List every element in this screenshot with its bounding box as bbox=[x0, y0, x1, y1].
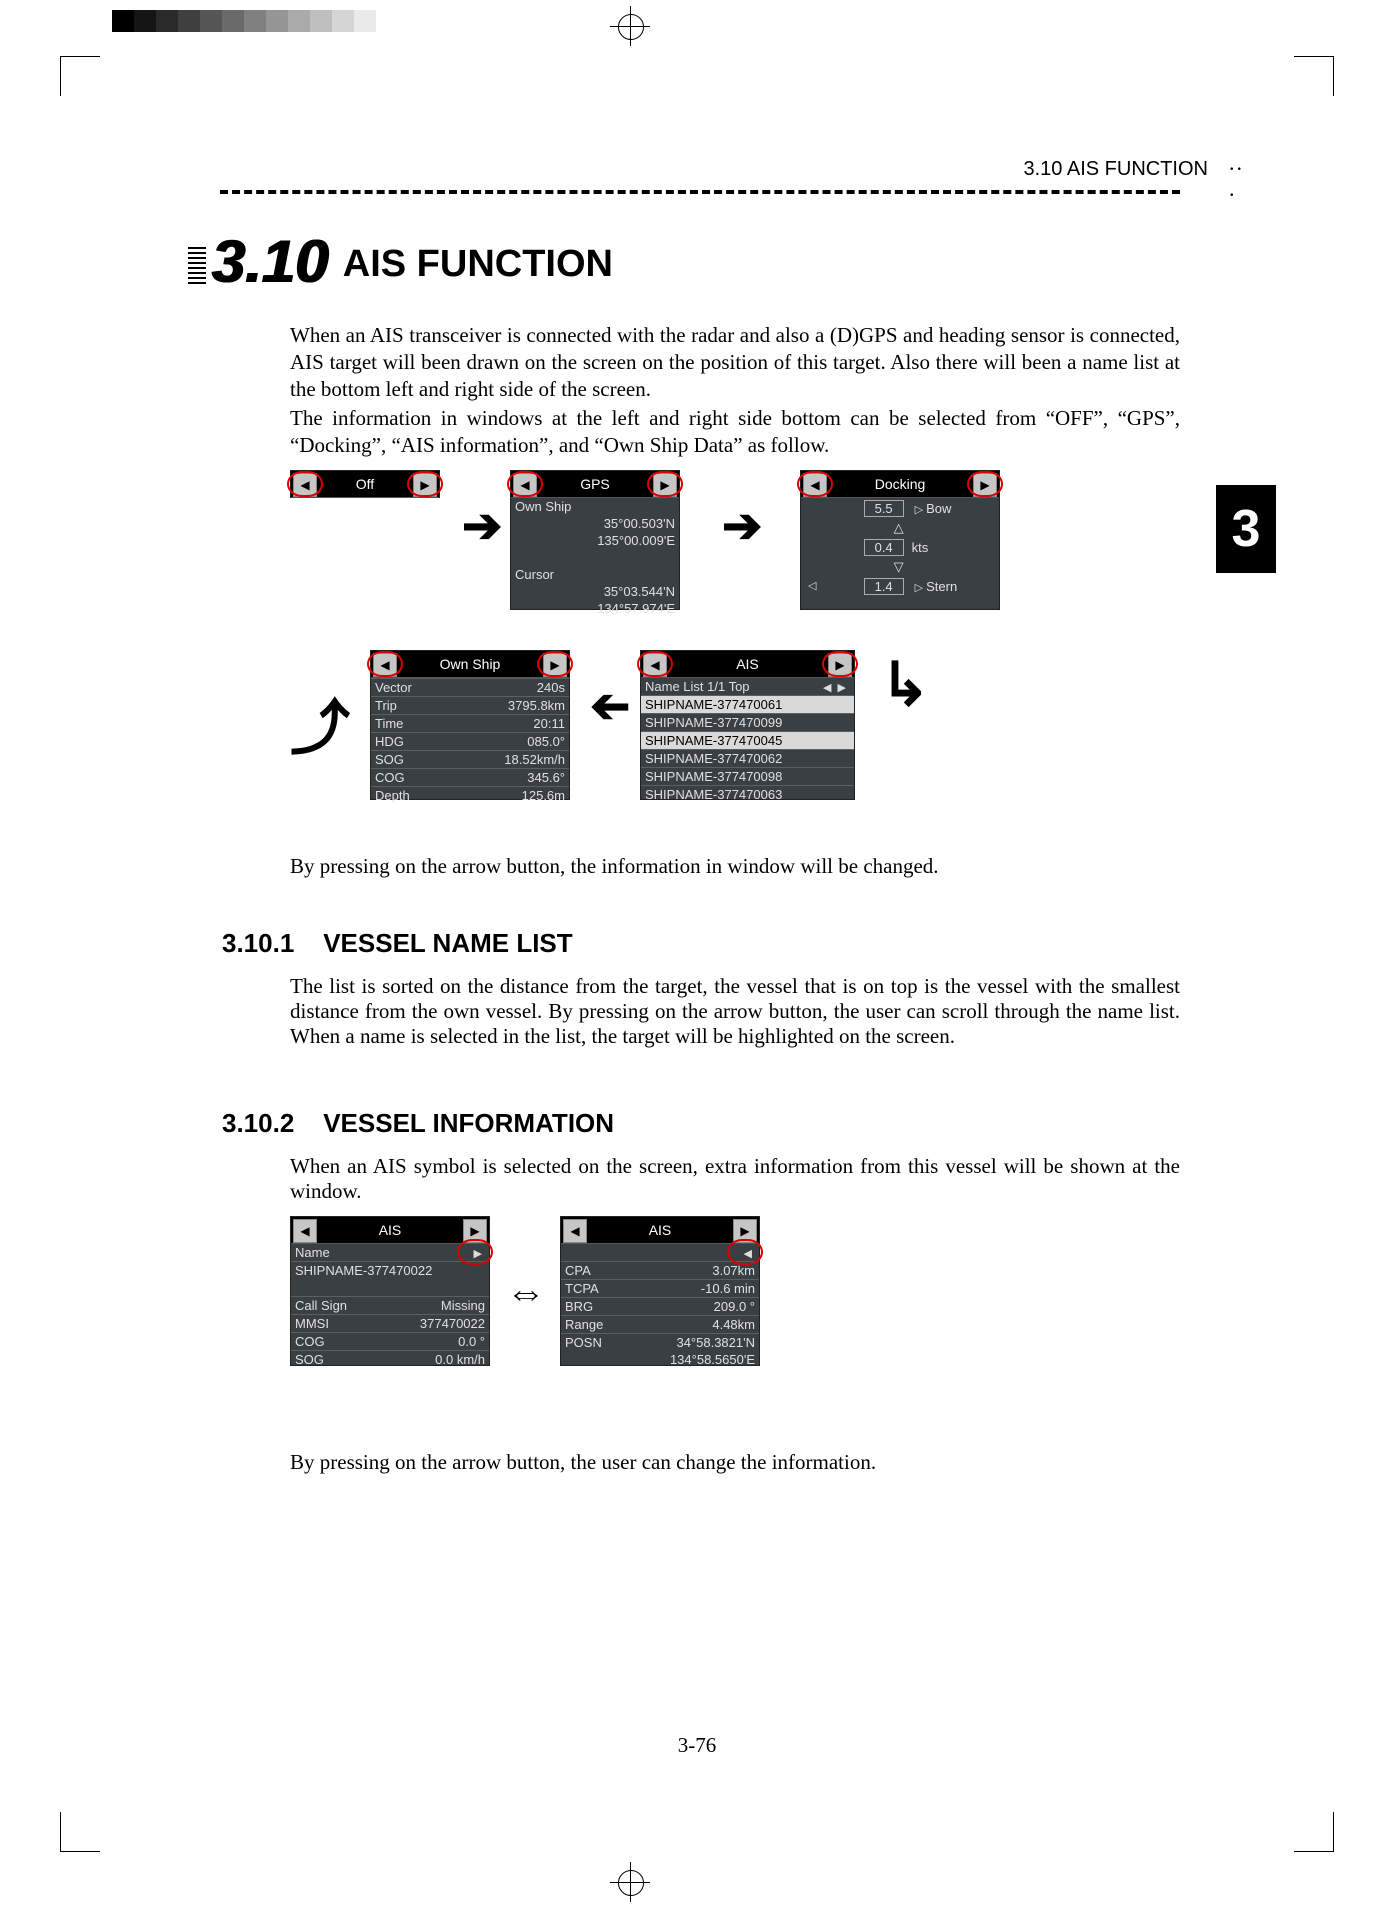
subsection-number: 3.10.1 bbox=[222, 928, 294, 958]
arrow-right-icon[interactable]: ▶ bbox=[828, 653, 852, 677]
docking-stern-label: Stern bbox=[926, 579, 957, 594]
gps-cursor-label: Cursor bbox=[511, 566, 679, 583]
panel-label: Docking bbox=[875, 476, 926, 492]
subsection-body: When an AIS symbol is selected on the sc… bbox=[290, 1154, 1180, 1204]
arrow-right-icon[interactable]: ▶ bbox=[413, 473, 437, 497]
panel-off: ◀ Off ▶ bbox=[290, 470, 440, 498]
arrow-right-icon: ▷ bbox=[912, 582, 926, 594]
figure-caption: By pressing on the arrow button, the use… bbox=[290, 1450, 1180, 1475]
docking-bow-label: Bow bbox=[926, 501, 951, 516]
subsection-body: The list is sorted on the distance from … bbox=[290, 974, 1180, 1049]
arrow-left-icon[interactable]: ◀ bbox=[373, 653, 397, 677]
bidirectional-arrow-icon: ⇔ bbox=[506, 1268, 546, 1315]
intro-text: When an AIS transceiver is connected wit… bbox=[290, 322, 1180, 460]
flow-arrow-curve-icon: ⤴ bbox=[290, 680, 350, 767]
arrow-left-icon[interactable]: ◀ bbox=[513, 473, 537, 497]
ais-name-list: Name List 1/1 Top◀▶ SHIPNAME-377470061 S… bbox=[641, 678, 854, 803]
registration-mark-bottom bbox=[610, 1862, 650, 1902]
running-header: 3.10 AIS FUNCTION bbox=[1024, 158, 1209, 181]
flow-arrow-icon: ➔ bbox=[722, 498, 762, 554]
crop-mark bbox=[60, 56, 100, 96]
docking-mid-value: 0.4 bbox=[864, 539, 904, 556]
subsection-heading: 3.10.1 VESSEL NAME LIST bbox=[222, 928, 573, 959]
panel-label: AIS bbox=[379, 1222, 402, 1238]
docking-stern-value: 1.4 bbox=[864, 578, 904, 595]
docking-mid-label: kts bbox=[912, 540, 929, 555]
panel-gps: ◀ GPS ▶ Own Ship 35°00.503'N 135°00.009'… bbox=[510, 470, 680, 610]
panel-label: AIS bbox=[649, 1222, 672, 1238]
figure-caption: By pressing on the arrow button, the inf… bbox=[290, 854, 1180, 879]
panel-label: Off bbox=[356, 476, 374, 492]
section-number: 3.10 bbox=[212, 232, 343, 292]
page-number: 3-76 bbox=[0, 1733, 1394, 1758]
panel-ais-info-b: ◀ AIS ▶ ◀ CPA3.07km TCPA-10.6 min BRG209… bbox=[560, 1216, 760, 1366]
arrow-right-icon[interactable]: ▶ bbox=[463, 1219, 487, 1243]
arrow-left-icon: ◁ bbox=[805, 580, 819, 592]
arrow-left-icon[interactable]: ◀ bbox=[643, 653, 667, 677]
flow-arrow-curve-icon: ↲ bbox=[880, 650, 930, 720]
arrow-left-icon[interactable]: ◀ bbox=[803, 473, 827, 497]
print-density-strip bbox=[112, 10, 376, 32]
ais-info-table: Name ▶ SHIPNAME-377470022 Call SignMissi… bbox=[291, 1244, 489, 1368]
subsection-number: 3.10.2 bbox=[222, 1108, 294, 1138]
intro-paragraph: The information in windows at the left a… bbox=[290, 405, 1180, 459]
down-icon: ▽ bbox=[801, 558, 908, 576]
gps-lon: 135°00.009'E bbox=[511, 532, 679, 549]
crop-mark bbox=[1294, 56, 1334, 96]
panel-ais-info-a: ◀ AIS ▶ Name ▶ SHIPNAME-377470022 Call S… bbox=[290, 1216, 490, 1366]
arrow-left-icon[interactable]: ◀ bbox=[563, 1219, 587, 1243]
header-dots-icon: ∙∙∙ bbox=[1229, 156, 1244, 208]
ais-info-table: ◀ CPA3.07km TCPA-10.6 min BRG209.0 ° Ran… bbox=[561, 1244, 759, 1368]
intro-paragraph: When an AIS transceiver is connected wit… bbox=[290, 322, 1180, 403]
arrow-left-icon[interactable]: ◀ bbox=[293, 473, 317, 497]
panel-ais-list: ◀ AIS ▶ Name List 1/1 Top◀▶ SHIPNAME-377… bbox=[640, 650, 855, 800]
arrow-right-icon[interactable]: ▶ bbox=[543, 653, 567, 677]
panel-docking: ◀ Docking ▶ 5.5 ▷Bow △ 0.4 kts ▽ ◁ 1.4 ▷… bbox=[800, 470, 1000, 610]
gps-lat: 35°00.503'N bbox=[511, 515, 679, 532]
crop-mark bbox=[60, 1812, 100, 1852]
subsection-heading: 3.10.2 VESSEL INFORMATION bbox=[222, 1108, 614, 1139]
gps-ownship-label: Own Ship bbox=[511, 498, 679, 515]
own-ship-table: Vector240s Trip3795.8km Time20:11 HDG085… bbox=[371, 678, 569, 804]
docking-bow-value: 5.5 bbox=[864, 500, 904, 517]
flow-arrow-icon: ➔ bbox=[462, 498, 502, 554]
arrow-right-icon[interactable]: ▶ bbox=[733, 1219, 757, 1243]
up-icon: △ bbox=[801, 519, 908, 537]
header-dashed-rule bbox=[220, 190, 1180, 194]
registration-mark-top bbox=[610, 6, 650, 46]
subsection-title: VESSEL NAME LIST bbox=[323, 928, 572, 958]
panel-label: GPS bbox=[580, 476, 610, 492]
panel-label: Own Ship bbox=[440, 656, 501, 672]
gps-cursor-lat: 35°03.544'N bbox=[511, 583, 679, 600]
arrow-right-icon[interactable]: ▶ bbox=[973, 473, 997, 497]
arrow-right-icon: ▷ bbox=[912, 504, 926, 516]
arrow-left-icon[interactable]: ◀ bbox=[293, 1219, 317, 1243]
subsection-title: VESSEL INFORMATION bbox=[323, 1108, 614, 1138]
arrow-right-icon[interactable]: ▶ bbox=[653, 473, 677, 497]
section-title: AIS FUNCTION bbox=[343, 243, 613, 292]
crop-mark bbox=[1294, 1812, 1334, 1852]
panel-own-ship: ◀ Own Ship ▶ Vector240s Trip3795.8km Tim… bbox=[370, 650, 570, 800]
panel-label: AIS bbox=[736, 656, 759, 672]
section-heading: 3.10 AIS FUNCTION bbox=[188, 232, 613, 292]
heading-bars-icon bbox=[188, 247, 206, 292]
gps-cursor-lon: 134°57.974'E bbox=[511, 600, 679, 617]
flow-arrow-icon: ➔ bbox=[590, 680, 630, 736]
chapter-tab: 3 bbox=[1216, 485, 1276, 573]
